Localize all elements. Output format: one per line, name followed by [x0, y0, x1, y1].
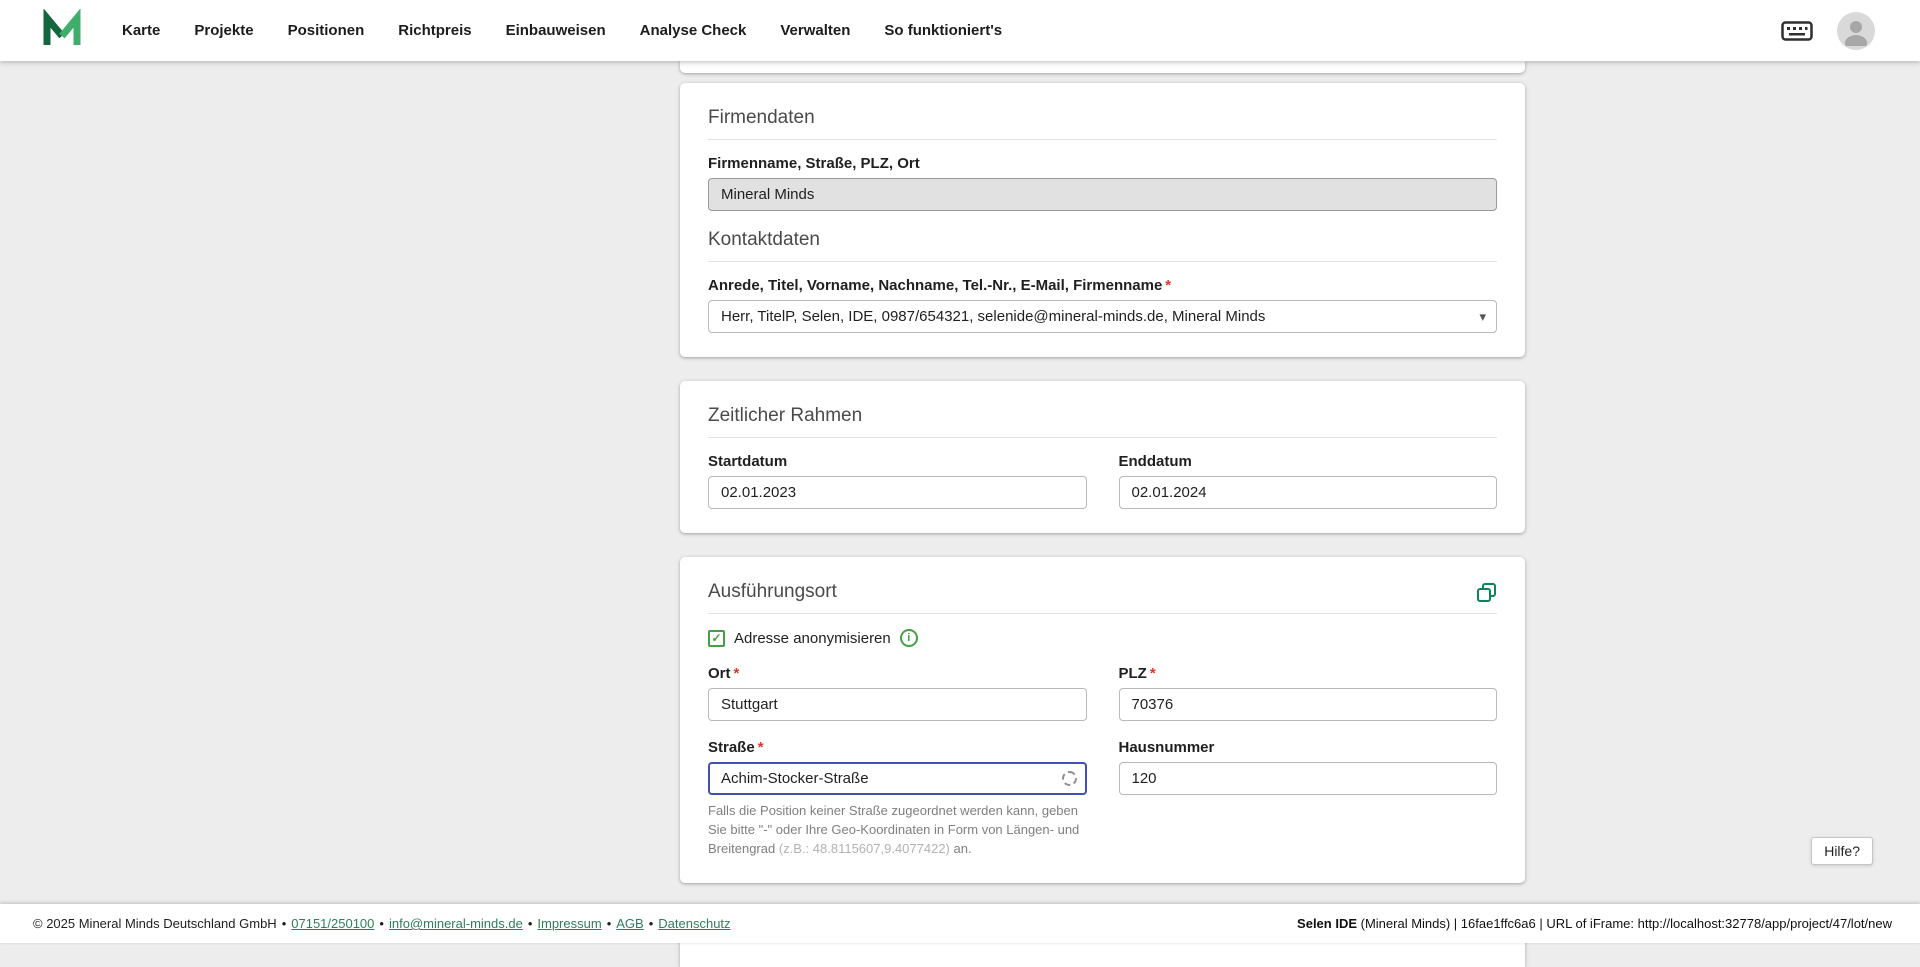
contact-select-value: Herr, TitelP, Selen, IDE, 0987/654321, s…	[721, 308, 1265, 325]
card-firmendaten: Firmendaten Firmenname, Straße, PLZ, Ort…	[680, 83, 1525, 357]
main-nav: Karte Projekte Positionen Richtpreis Ein…	[122, 22, 1002, 39]
required-marker: *	[1150, 665, 1156, 682]
hausnummer-input[interactable]	[1119, 762, 1498, 795]
form-column: Firmendaten Firmenname, Straße, PLZ, Ort…	[680, 61, 1525, 967]
bullet-separator: •	[379, 916, 384, 931]
nav-item-karte[interactable]: Karte	[122, 22, 160, 39]
required-marker: *	[734, 665, 740, 682]
user-avatar[interactable]	[1837, 12, 1875, 50]
footer-link-phone[interactable]: 07151/250100	[291, 916, 374, 931]
required-marker: *	[1165, 277, 1171, 294]
divider	[708, 261, 1497, 262]
ort-label: Ort*	[708, 665, 1087, 682]
strasse-hint-suffix: an.	[950, 841, 972, 856]
debug-info-rest: (Mineral Minds) | 16fae1ffc6a6 | URL of …	[1357, 916, 1892, 931]
nav-item-richtpreis[interactable]: Richtpreis	[398, 22, 471, 39]
kontaktdaten-title: Kontaktdaten	[708, 229, 1497, 251]
plz-label-text: PLZ	[1119, 665, 1147, 682]
startdatum-field-group: Startdatum	[708, 453, 1087, 509]
ort-label-text: Ort	[708, 665, 731, 682]
card-zeitlicher-rahmen: Zeitlicher Rahmen Startdatum Enddatum	[680, 381, 1525, 533]
strasse-input[interactable]	[708, 762, 1087, 795]
company-field-value: Mineral Minds	[721, 186, 814, 203]
strasse-label-text: Straße	[708, 739, 755, 756]
contact-select[interactable]: Herr, TitelP, Selen, IDE, 0987/654321, s…	[708, 300, 1497, 333]
divider	[708, 613, 1497, 614]
ort-field-group: Ort*	[708, 665, 1087, 721]
debug-info: Selen IDE (Mineral Minds) | 16fae1ffc6a6…	[1297, 916, 1892, 931]
footer-link-impressum[interactable]: Impressum	[537, 916, 601, 931]
chevron-down-icon: ▾	[1479, 301, 1486, 332]
contact-field-label-text: Anrede, Titel, Vorname, Nachname, Tel.-N…	[708, 277, 1162, 294]
footer-link-email[interactable]: info@mineral-minds.de	[389, 916, 523, 931]
bullet-separator: •	[649, 916, 654, 931]
anonymize-label: Adresse anonymisieren	[734, 630, 891, 647]
footer-link-agb[interactable]: AGB	[616, 916, 643, 931]
card-partial-top	[680, 61, 1525, 73]
startdatum-input[interactable]	[708, 476, 1087, 509]
check-icon: ✓	[711, 632, 721, 644]
plz-field-group: PLZ*	[1119, 665, 1498, 721]
footer-link-datenschutz[interactable]: Datenschutz	[658, 916, 730, 931]
debug-info-app: Selen IDE	[1297, 916, 1357, 931]
mineral-minds-logo[interactable]	[40, 9, 84, 53]
strasse-hint: Falls die Position keiner Straße zugeord…	[708, 802, 1087, 859]
startdatum-label: Startdatum	[708, 453, 1087, 470]
zeitraum-title: Zeitlicher Rahmen	[708, 405, 1497, 427]
ausfuehrungsort-title: Ausführungsort	[708, 581, 837, 603]
strasse-field-group: Straße* Falls die Position keiner Straße…	[708, 739, 1087, 859]
bullet-separator: •	[282, 916, 287, 931]
anonymize-checkbox[interactable]: ✓	[708, 630, 725, 647]
divider	[708, 139, 1497, 140]
help-button[interactable]: Hilfe?	[1811, 837, 1873, 865]
copyright-text: © 2025 Mineral Minds Deutschland GmbH	[33, 916, 277, 931]
required-marker: *	[758, 739, 764, 756]
plz-label: PLZ*	[1119, 665, 1498, 682]
nav-item-analyse-check[interactable]: Analyse Check	[640, 22, 747, 39]
top-navbar: Karte Projekte Positionen Richtpreis Ein…	[0, 0, 1920, 61]
card-ausfuehrungsort: Ausführungsort ✓ Adresse anonymisieren i…	[680, 557, 1525, 883]
nav-item-positionen[interactable]: Positionen	[288, 22, 365, 39]
company-field: Mineral Minds	[708, 178, 1497, 211]
bullet-separator: •	[607, 916, 612, 931]
hausnummer-field-group: Hausnummer	[1119, 739, 1498, 795]
nav-item-verwalten[interactable]: Verwalten	[780, 22, 850, 39]
duplicate-icon[interactable]	[1476, 582, 1497, 603]
info-icon[interactable]: i	[900, 629, 918, 647]
bullet-separator: •	[528, 916, 533, 931]
strasse-hint-coords: (z.B.: 48.8115607,9.4077422)	[779, 841, 950, 856]
enddatum-label: Enddatum	[1119, 453, 1498, 470]
enddatum-input[interactable]	[1119, 476, 1498, 509]
divider	[708, 437, 1497, 438]
strasse-label: Straße*	[708, 739, 1087, 756]
nav-item-so-funktionierts[interactable]: So funktioniert's	[884, 22, 1002, 39]
nav-item-einbauweisen[interactable]: Einbauweisen	[506, 22, 606, 39]
plz-input[interactable]	[1119, 688, 1498, 721]
hausnummer-label: Hausnummer	[1119, 739, 1498, 756]
nav-item-projekte[interactable]: Projekte	[194, 22, 253, 39]
ort-input[interactable]	[708, 688, 1087, 721]
contact-field-label: Anrede, Titel, Vorname, Nachname, Tel.-N…	[708, 277, 1497, 294]
company-field-label: Firmenname, Straße, PLZ, Ort	[708, 155, 1497, 172]
keyboard-icon[interactable]	[1781, 20, 1813, 42]
enddatum-field-group: Enddatum	[1119, 453, 1498, 509]
loading-spinner-icon	[1062, 771, 1077, 786]
page-footer: © 2025 Mineral Minds Deutschland GmbH • …	[0, 904, 1920, 943]
firmendaten-title: Firmendaten	[708, 107, 1497, 129]
